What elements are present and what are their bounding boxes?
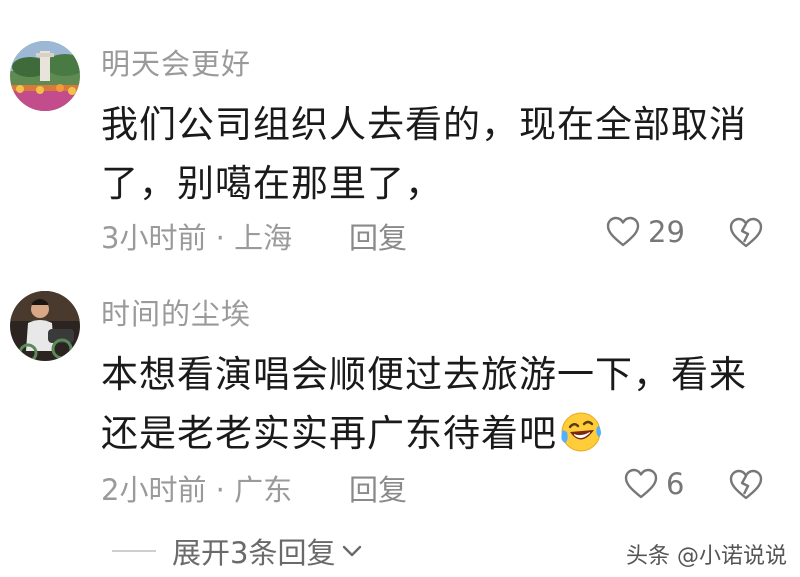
watermark: 头条 @小诺说说 bbox=[626, 544, 787, 569]
comment-text-body: 本想看演唱会顺便过去旅游一下，看来还是老老实实再广东待着吧 bbox=[101, 353, 747, 455]
expand-replies-button[interactable]: 展开3条回复 bbox=[112, 530, 363, 572]
like-count: 29 bbox=[648, 215, 685, 249]
comment-meta: 3小时前 · 上海 bbox=[101, 221, 293, 255]
comment-thread: 明天会更好 我们公司组织人去看的，现在全部取消了，别噶在那里了， 3小时前 · … bbox=[0, 0, 800, 577]
broken-heart-icon bbox=[729, 469, 763, 500]
dislike-button[interactable] bbox=[729, 468, 763, 502]
dislike-button[interactable] bbox=[729, 216, 763, 250]
laughing-crying-emoji-icon bbox=[561, 412, 601, 452]
divider bbox=[112, 550, 156, 552]
reply-button[interactable]: 回复 bbox=[349, 215, 407, 257]
avatar-man-motorbike-icon bbox=[10, 291, 80, 361]
expand-replies-label: 展开3条回复 bbox=[172, 536, 336, 570]
avatar-flower-garden-icon bbox=[10, 41, 80, 111]
reply-button[interactable]: 回复 bbox=[349, 467, 407, 509]
username[interactable]: 时间的尘埃 bbox=[101, 291, 251, 333]
like-button[interactable]: 29 bbox=[606, 215, 685, 249]
username[interactable]: 明天会更好 bbox=[101, 41, 251, 83]
chevron-down-icon bbox=[343, 545, 362, 557]
avatar[interactable] bbox=[10, 41, 80, 111]
avatar[interactable] bbox=[10, 291, 80, 361]
like-count: 6 bbox=[666, 467, 685, 501]
comment-text: 我们公司组织人去看的，现在全部取消了，别噶在那里了， bbox=[101, 103, 747, 205]
comment-meta: 2小时前 · 广东 bbox=[101, 473, 293, 507]
heart-icon bbox=[606, 216, 640, 247]
heart-icon bbox=[624, 468, 658, 499]
broken-heart-icon bbox=[729, 217, 763, 248]
like-button[interactable]: 6 bbox=[624, 467, 684, 501]
comment-text: 本想看演唱会顺便过去旅游一下，看来还是老老实实再广东待着吧 bbox=[101, 345, 771, 463]
